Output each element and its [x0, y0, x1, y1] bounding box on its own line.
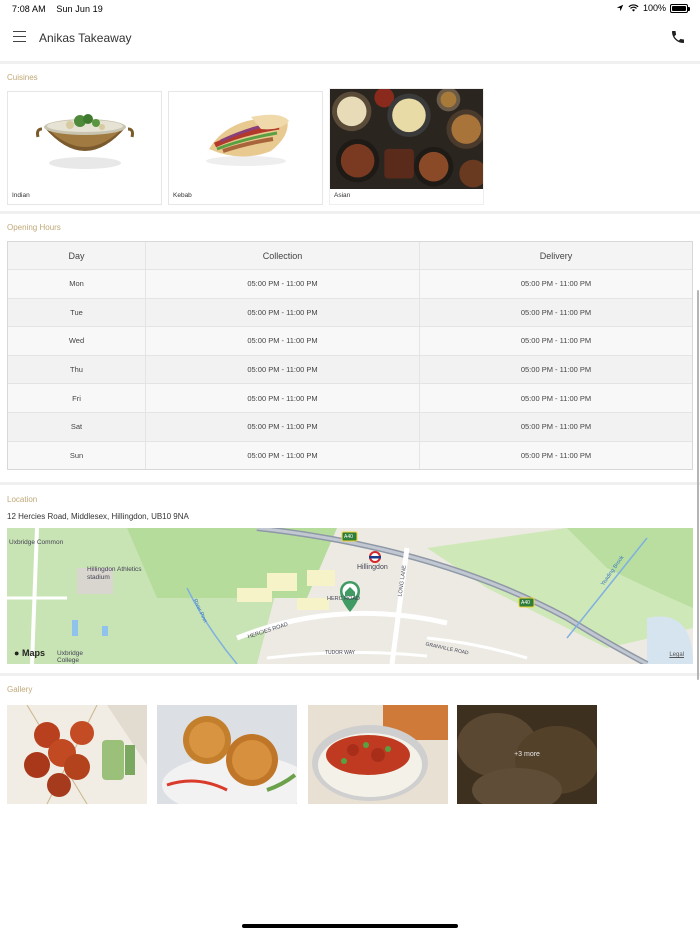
apple-maps-logo: ● Maps — [14, 648, 45, 658]
battery-percent: 100% — [642, 3, 666, 13]
map-label: TUDOR WAY — [325, 650, 355, 656]
day-cell: Sun — [69, 450, 84, 460]
delivery-cell: 05:00 PM - 11:00 PM — [419, 441, 692, 470]
home-indicator[interactable] — [242, 924, 458, 928]
kebab-dish-image — [169, 92, 322, 188]
delivery-cell: 05:00 PM - 11:00 PM — [419, 355, 692, 384]
table-row: Sun 05:00 PM - 11:00 PM 05:00 PM - 11:00… — [8, 440, 692, 470]
apple-logo-icon: ● — [14, 648, 20, 658]
cuisine-label: Asian — [334, 192, 351, 199]
cuisine-label: Kebab — [173, 192, 192, 199]
delivery-cell: 05:00 PM - 11:00 PM — [419, 384, 692, 412]
cuisine-card-kebab[interactable]: Kebab — [168, 91, 323, 205]
status-bar: 7:08 AM Sun Jun 19 100% — [0, 0, 700, 18]
gallery-photo-1[interactable] — [7, 705, 147, 804]
collection-cell: 05:00 PM - 11:00 PM — [145, 355, 419, 384]
delivery-cell: 05:00 PM - 11:00 PM — [419, 270, 692, 298]
day-cell: Wed — [68, 336, 85, 346]
section-divider — [0, 482, 700, 485]
location-heading: Location — [7, 495, 38, 504]
day-cell: Sat — [70, 422, 83, 432]
delivery-cell: 05:00 PM - 11:00 PM — [419, 298, 692, 327]
location-map[interactable]: Uxbridge Common Hillingdon Athletics sta… — [7, 528, 693, 664]
page-title: Anikas Takeaway — [39, 31, 132, 45]
day-cell: Fri — [72, 393, 81, 403]
gallery-photo-3[interactable] — [308, 705, 448, 804]
asian-dish-image — [330, 89, 483, 189]
section-divider — [0, 211, 700, 214]
table-row: Tue 05:00 PM - 11:00 PM 05:00 PM - 11:00… — [8, 297, 692, 327]
section-divider — [0, 61, 700, 64]
collection-cell: 05:00 PM - 11:00 PM — [145, 298, 419, 327]
gallery-photo-2[interactable] — [157, 705, 297, 804]
table-row: Thu 05:00 PM - 11:00 PM 05:00 PM - 11:00… — [8, 354, 692, 384]
section-divider — [0, 673, 700, 676]
fried-bites-image — [157, 705, 297, 804]
column-header-collection: Collection — [145, 242, 419, 269]
map-label: Hillingdon Athletics — [87, 566, 142, 573]
status-time: 7:08 AM — [12, 4, 46, 14]
day-cell: Thu — [70, 365, 83, 375]
collection-cell: 05:00 PM - 11:00 PM — [145, 327, 419, 355]
table-row: Fri 05:00 PM - 11:00 PM 05:00 PM - 11:00… — [8, 383, 692, 412]
phone-icon[interactable] — [670, 29, 686, 45]
cuisine-label: Indian — [12, 192, 30, 199]
delivery-cell: 05:00 PM - 11:00 PM — [419, 412, 692, 441]
column-header-day: Day — [68, 250, 85, 261]
map-label: A40 — [521, 600, 530, 606]
table-row: Sat 05:00 PM - 11:00 PM 05:00 PM - 11:00… — [8, 411, 692, 441]
gallery-heading: Gallery — [7, 685, 33, 694]
opening-hours-table: Day Collection Delivery Mon 05:00 PM - 1… — [7, 241, 693, 470]
curry-rice-image — [308, 705, 448, 804]
map-label: Hillingdon — [357, 564, 388, 571]
status-date: Sun Jun 19 — [56, 4, 103, 14]
tikka-skewers-image — [7, 705, 147, 804]
maps-brand-label: Maps — [21, 648, 45, 658]
map-label: HERC ROAD — [327, 596, 361, 602]
map-label: A40 — [344, 534, 353, 540]
menu-icon[interactable] — [13, 31, 26, 42]
app-header: Anikas Takeaway — [0, 18, 700, 62]
cuisines-heading: Cuisines — [7, 73, 38, 82]
map-label: stadium — [87, 574, 110, 581]
opening-hours-heading: Opening Hours — [7, 223, 61, 232]
map-legal-link[interactable]: Legal — [669, 652, 684, 658]
column-header-delivery: Delivery — [419, 242, 692, 269]
day-cell: Tue — [70, 307, 83, 317]
collection-cell: 05:00 PM - 11:00 PM — [145, 441, 419, 470]
table-row: Wed 05:00 PM - 11:00 PM 05:00 PM - 11:00… — [8, 326, 692, 355]
indian-dish-image — [8, 92, 161, 188]
wifi-icon — [628, 4, 639, 12]
map-label: Uxbridge Common — [9, 539, 64, 546]
table-row: Mon 05:00 PM - 11:00 PM 05:00 PM - 11:00… — [8, 269, 692, 298]
collection-cell: 05:00 PM - 11:00 PM — [145, 384, 419, 412]
table-header-row: Day Collection Delivery — [8, 242, 692, 269]
more-photos-overlay[interactable]: +3 more — [457, 705, 597, 804]
scrollbar[interactable] — [697, 290, 699, 680]
collection-cell: 05:00 PM - 11:00 PM — [145, 412, 419, 441]
cuisine-card-asian[interactable]: Asian — [329, 88, 484, 205]
restaurant-address: 12 Hercies Road, Middlesex, Hillingdon, … — [7, 512, 189, 521]
day-cell: Mon — [69, 279, 84, 289]
delivery-cell: 05:00 PM - 11:00 PM — [419, 327, 692, 355]
battery-icon — [670, 3, 690, 13]
collection-cell: 05:00 PM - 11:00 PM — [145, 270, 419, 298]
cuisine-card-indian[interactable]: Indian — [7, 91, 162, 205]
map-label: Uxbridge College — [57, 650, 84, 664]
gallery-photo-more[interactable]: +3 more — [457, 705, 597, 804]
location-arrow-icon — [616, 4, 624, 12]
